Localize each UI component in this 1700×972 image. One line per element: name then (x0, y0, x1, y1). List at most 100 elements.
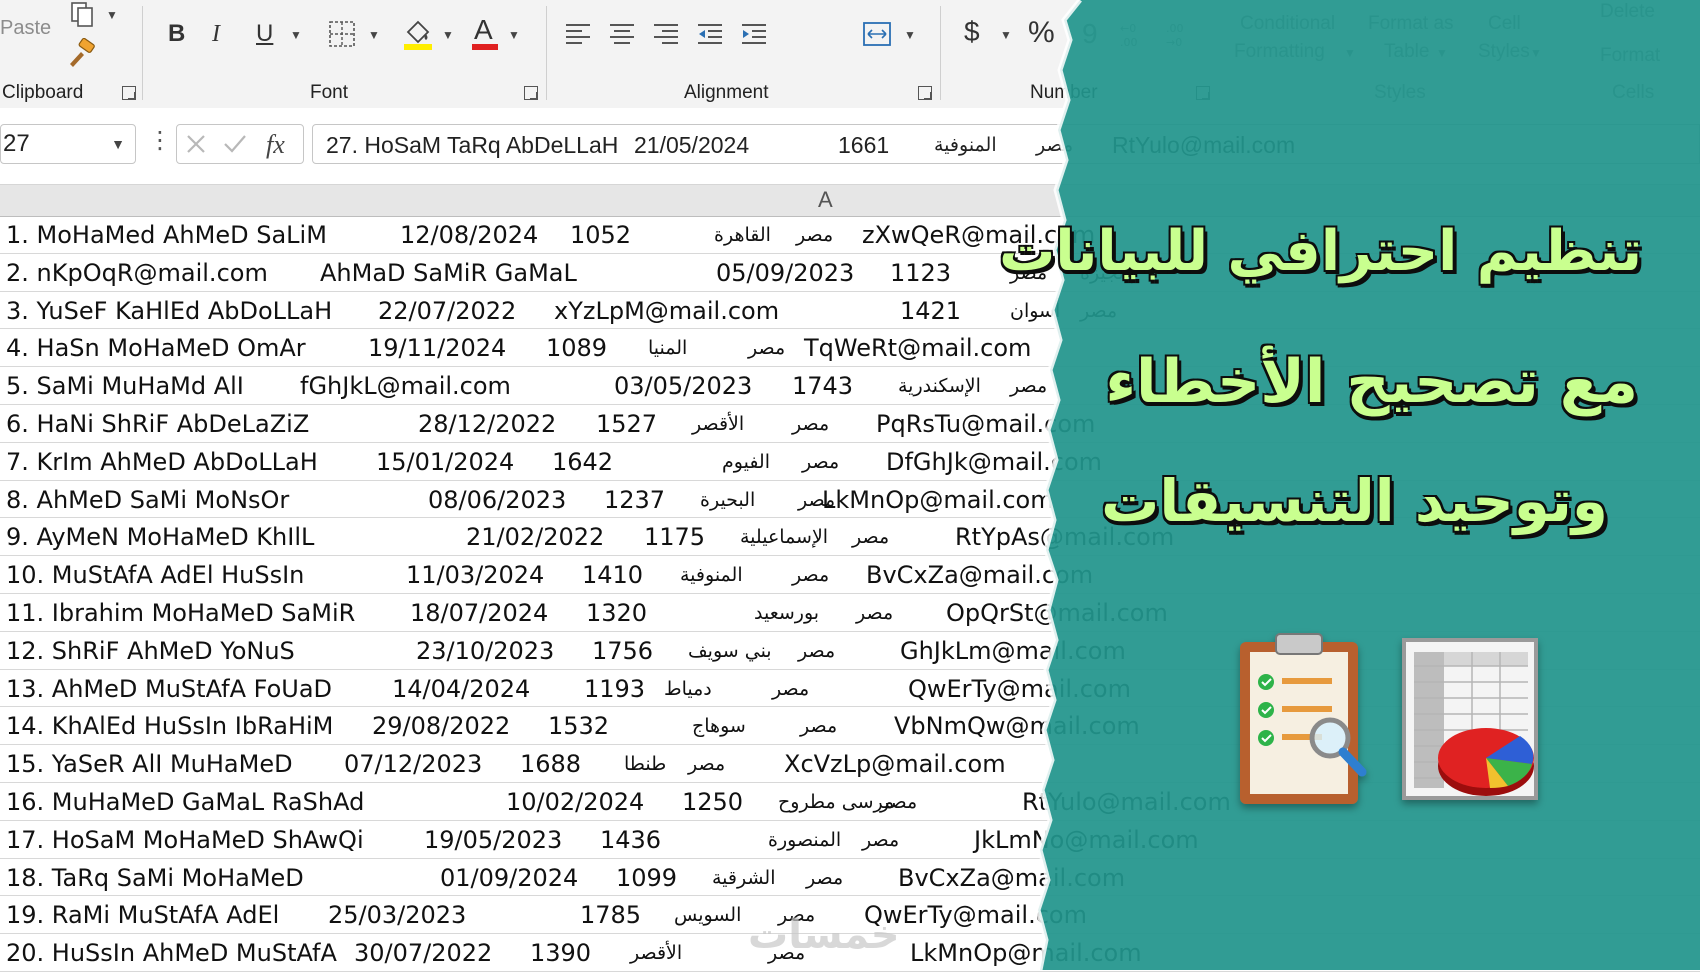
column-header-a[interactable]: A (818, 187, 833, 213)
conditional-formatting-label-2: Formatting (1234, 41, 1325, 62)
increase-decimal-icon[interactable]: ←0 .00 (1118, 20, 1154, 50)
merge-dropdown-icon[interactable]: ▼ (904, 28, 916, 42)
svg-text:→0: →0 (1166, 36, 1182, 49)
insert-function-button[interactable]: fx (266, 130, 285, 160)
row-city: الأقصر (692, 412, 745, 435)
percent-button[interactable]: % (1028, 18, 1055, 48)
increase-indent-icon[interactable] (740, 20, 768, 48)
bold-button[interactable]: B (168, 22, 185, 46)
conditional-dropdown-icon[interactable]: ▼ (1344, 46, 1356, 60)
enter-icon[interactable] (222, 132, 248, 156)
decrease-decimal-icon[interactable]: .00 →0 (1164, 20, 1200, 50)
row-date: 11/03/2024 (406, 561, 545, 590)
row-code: 1193 (584, 674, 646, 703)
table-row[interactable]: 17. HoSaM MoHaMeD ShAwQi 19/05/2023 1436 ال… (0, 821, 1700, 859)
row-name: 4. HaSn MoHaMeD OmAr (6, 334, 306, 363)
number-group-label: Number (1030, 82, 1098, 103)
separator (142, 6, 143, 100)
row-country: الإسكندرية (898, 375, 981, 398)
cell-styles-label-2: Styles (1478, 41, 1530, 62)
font-group-label: Font (310, 82, 349, 103)
row-city: المنوفية (680, 564, 743, 587)
delete-cells-button[interactable]: Delete (1600, 2, 1655, 21)
separator (546, 6, 547, 100)
formula-bar: 27 ▼ ⋮ fx 27. HoSaM TaRq AbDeLLaH 21/05/… (0, 108, 1700, 185)
row-city: 1123 (890, 258, 952, 287)
format-painter-icon[interactable] (66, 38, 98, 68)
align-left-icon[interactable] (564, 20, 592, 48)
cell-styles-dropdown-icon[interactable]: ▼ (1530, 46, 1542, 60)
table-row[interactable]: 12. ShRiF AhMeD YoNuS 23/10/2023 1756 بني س… (0, 632, 1700, 670)
table-row[interactable]: 18. TaRq SaMi MoHaMeD 01/09/2024 1099 الشرق… (0, 859, 1700, 897)
row-date: 22/07/2022 (378, 296, 517, 325)
number-launcher-icon[interactable] (1196, 86, 1210, 100)
currency-dropdown-icon[interactable]: ▼ (1000, 28, 1012, 42)
row-email: مصر (1010, 375, 1048, 398)
table-row[interactable]: 15. YaSeR AlI MuHaMeD 07/12/2023 1688 طنطا م… (0, 745, 1700, 783)
font-color-dropdown-icon[interactable]: ▼ (508, 28, 520, 42)
name-box-dropdown-icon[interactable]: ▼ (111, 125, 125, 163)
cancel-icon[interactable] (184, 132, 208, 156)
row-email: OpQrSt@mail.com (946, 598, 1168, 627)
row-date: 28/12/2022 (418, 409, 557, 438)
font-color-button[interactable]: A (474, 16, 493, 44)
row-date: 10/02/2024 (506, 787, 645, 816)
row-email: LkMnOp@mail.com (910, 939, 1142, 968)
row-date: 01/09/2024 (440, 863, 579, 892)
row-date: 23/10/2023 (416, 636, 555, 665)
row-name: 15. YaSeR AlI MuHaMeD (6, 750, 293, 779)
conditional-formatting-button[interactable]: Conditional (1240, 14, 1335, 33)
row-date: 19/05/2023 (424, 825, 563, 854)
name-box[interactable]: 27 ▼ (0, 124, 136, 164)
format-as-table-button[interactable]: Format as (1368, 14, 1454, 33)
borders-dropdown-icon[interactable]: ▼ (368, 28, 380, 42)
copy-dropdown-icon[interactable]: ▼ (106, 8, 118, 22)
table-row[interactable]: 10. MuStAfA AdEl HuSsIn 11/03/2024 1410 الم… (0, 556, 1700, 594)
alignment-launcher-icon[interactable] (918, 86, 932, 100)
table-row[interactable]: 3. YuSeF KaHlEd AbDoLLaH 22/07/2022 xYzLpM… (0, 292, 1700, 330)
headline-line-2: مع تصحيح الأخطاء (1105, 347, 1638, 417)
format-table-dropdown-icon[interactable]: ▼ (1436, 46, 1448, 60)
more-options-icon[interactable]: ⋮ (148, 126, 172, 155)
table-row[interactable]: 13. AhMeD MuStAfA FoUaD 14/04/2024 1193 دمي… (0, 670, 1700, 708)
font-launcher-icon[interactable] (524, 86, 538, 100)
row-email: JkLmNo@mail.com (974, 825, 1199, 854)
row-email: PqRsTu@mail.com (876, 409, 1096, 438)
align-right-icon[interactable] (652, 20, 680, 48)
copy-icon[interactable] (68, 2, 98, 28)
row-city: الفيوم (722, 450, 770, 473)
alignment-group-label: Alignment (684, 82, 769, 103)
underline-button[interactable]: U (256, 22, 273, 46)
fill-color-dropdown-icon[interactable]: ▼ (442, 28, 454, 42)
clipboard-launcher-icon[interactable] (122, 86, 136, 100)
row-city: مرسى مطروح (778, 790, 895, 813)
decrease-indent-icon[interactable] (696, 20, 724, 48)
merge-center-icon[interactable] (862, 20, 892, 48)
table-row[interactable]: 16. MuHaMeD GaMaL RaShAd 10/02/2024 1250 مر… (0, 783, 1700, 821)
row-code: 03/05/2023 (614, 372, 753, 401)
column-header-bar: A (0, 185, 1700, 217)
row-country: مصر (856, 601, 894, 624)
format-cells-button[interactable]: Format (1600, 46, 1660, 65)
comma-style-button[interactable]: 9 (1082, 20, 1098, 48)
row-name: 19. RaMi MuStAfA AdEl (6, 901, 280, 930)
watermark-logo: خمسات (748, 912, 900, 958)
align-center-icon[interactable] (608, 20, 636, 48)
row-code: 1410 (582, 561, 644, 590)
row-email: مصر (1080, 299, 1118, 322)
row-city: دمياط (664, 677, 712, 700)
underline-dropdown-icon[interactable]: ▼ (290, 28, 302, 42)
formula-cell-code: 1661 (838, 132, 890, 158)
row-date: 12/08/2024 (400, 221, 539, 249)
cell-styles-button[interactable]: Cell (1488, 14, 1521, 33)
currency-button[interactable]: $ (964, 18, 980, 46)
paste-button[interactable]: Paste (0, 18, 51, 38)
row-code: 1527 (596, 409, 658, 438)
borders-icon[interactable] (328, 20, 356, 48)
table-row[interactable]: 11. Ibrahim MoHaMeD SaMiR 18/07/2024 1320 ب… (0, 594, 1700, 632)
italic-button[interactable]: I (212, 22, 220, 46)
fill-color-icon[interactable] (402, 16, 434, 50)
row-email: GhJkLm@mail.com (900, 636, 1126, 665)
table-row[interactable]: 14. KhAlEd HuSsIn IbRaHiM 29/08/2022 1532 س… (0, 707, 1700, 746)
row-city: سوهاج (692, 715, 746, 738)
